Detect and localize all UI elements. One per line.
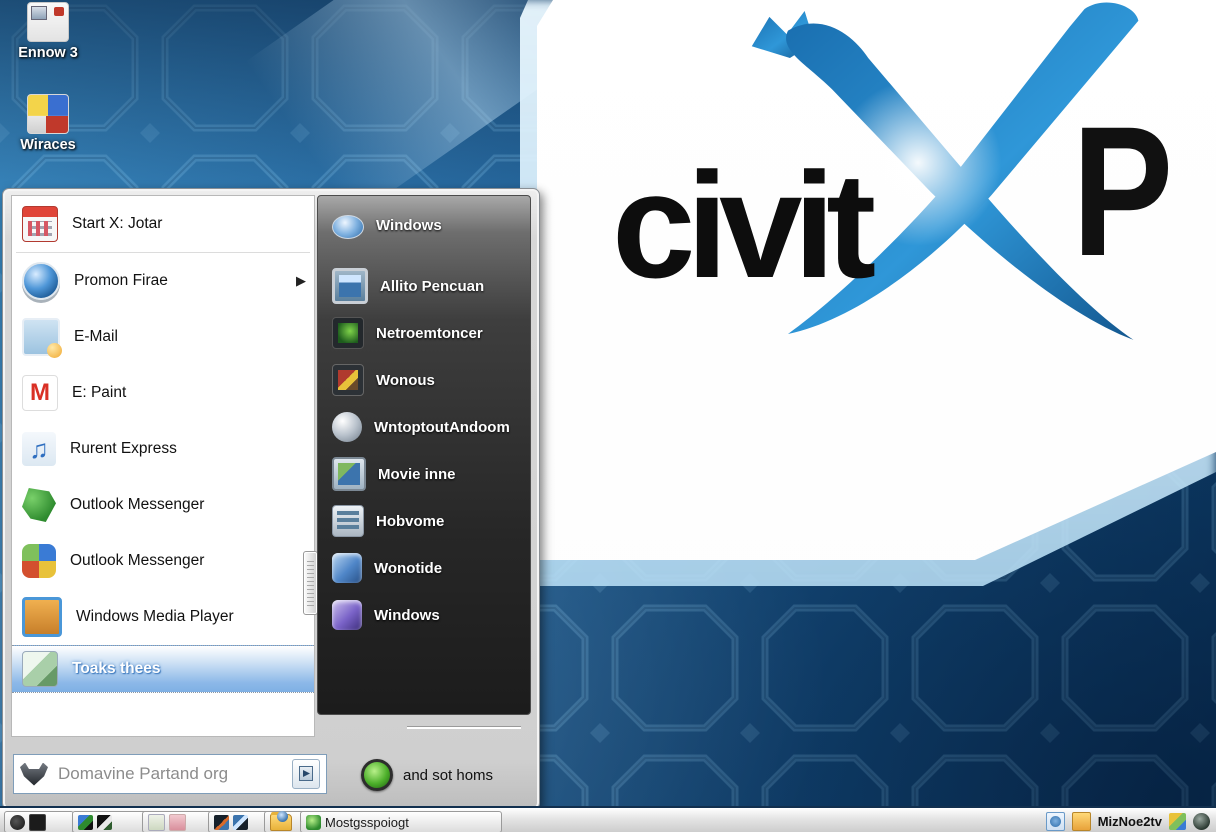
menu-item-email[interactable]: E-Mail [12, 309, 314, 365]
silver-helmet-icon [332, 412, 362, 442]
green-puzzle-icon [22, 488, 56, 522]
menu-item-label: WntoptoutAndoom [374, 418, 510, 436]
monitor-icon [332, 457, 366, 491]
menu-item-label: Rurent Express [70, 440, 177, 457]
taskbar: Mostgsspoiogt MizNoe2tv [0, 806, 1216, 832]
task-button-label: Mostgsspoiogt [325, 814, 409, 830]
menu-item-outlook-messenger-1[interactable]: Outlook Messenger [12, 477, 314, 533]
menu-item-label: Outlook Messenger [70, 496, 205, 513]
tray-status-text: MizNoe2tv [1097, 813, 1162, 829]
gmail-icon: M [22, 375, 58, 411]
blue-orb-icon [332, 214, 364, 239]
menu-item-label: Start X: Jotar [72, 215, 163, 232]
menu-item-wonous[interactable]: Wonous [318, 363, 530, 397]
task-app-icon [306, 814, 321, 830]
menu-item-hobvome[interactable]: Hobvome [318, 504, 530, 538]
framed-photo-icon [332, 364, 364, 396]
blue-window-icon [332, 268, 368, 304]
menu-item-netroemtoncer[interactable]: Netroemtoncer [318, 316, 530, 350]
submenu-arrow-icon: ▶ [296, 273, 306, 288]
task-button-mostgsspoiogt[interactable]: Mostgsspoiogt [300, 811, 502, 832]
ennow-app-icon [27, 2, 69, 42]
menu-item-windows-media-player[interactable]: Windows Media Player [12, 589, 314, 645]
menu-item-wonotide[interactable]: Wonotide [318, 551, 530, 585]
system-tray: MizNoe2tv [1045, 811, 1210, 831]
desktop-icon-label: Ennow 3 [18, 45, 78, 61]
menu-item-allito-pencuan[interactable]: Allito Pencuan [318, 268, 530, 304]
desktop-icon-ennow[interactable]: Ennow 3 [0, 2, 96, 61]
start-menu-left-column: Start X: Jotar Promon Firae ▶ E-Mail M E… [11, 195, 315, 737]
menu-item-label: Windows [376, 216, 442, 234]
menu-item-label: Windows [374, 606, 440, 624]
screen: civit P Ennow 3 Wiraces Start X: Jotar P… [0, 0, 1216, 832]
art-app-icon [78, 814, 93, 830]
wiraces-app-icon [27, 94, 69, 134]
menu-item-windows-top[interactable]: Windows [318, 208, 530, 242]
media-orb-icon [22, 262, 60, 300]
menu-footer-divider [407, 727, 521, 729]
menu-item-promon-firae[interactable]: Promon Firae ▶ [12, 253, 314, 309]
menu-scrollbar-thumb[interactable] [303, 551, 318, 615]
music-notes-icon: ♫ [22, 432, 56, 466]
menu-item-label: Windows Media Player [76, 608, 234, 625]
menu-item-rurent-express[interactable]: ♫ Rurent Express [12, 421, 314, 477]
menu-item-label: Wonous [376, 371, 435, 389]
document-app-icon [148, 813, 165, 831]
start-menu-right-column: Windows Allito Pencuan Netroemtoncer Won… [317, 195, 531, 715]
calendar-icon [22, 206, 58, 242]
menu-item-label: Wonotide [374, 559, 443, 577]
start-menu: Start X: Jotar Promon Firae ▶ E-Mail M E… [2, 188, 540, 810]
menu-item-label: Hobvome [376, 512, 445, 530]
photo-tile-icon [22, 651, 58, 687]
menu-item-label: Netroemtoncer [376, 324, 483, 342]
menu-item-start-x-jotar[interactable]: Start X: Jotar [12, 196, 314, 252]
server-icon [332, 505, 364, 537]
menu-item-movie-inne[interactable]: Movie inne [318, 457, 530, 491]
menu-item-windows-bottom[interactable]: Windows [318, 598, 530, 632]
picture-icon [22, 318, 62, 358]
media-app-icon [214, 814, 229, 830]
dark-app-icon [29, 813, 46, 831]
photo-app-icon [97, 814, 112, 830]
color-balls-icon [22, 544, 56, 578]
dark-green-icon [332, 317, 364, 349]
green-power-icon [361, 759, 393, 791]
menu-item-label: Outlook Messenger [70, 552, 205, 569]
logo-wordmark: civit [612, 141, 876, 309]
menu-item-outlook-messenger-2[interactable]: Outlook Messenger [12, 533, 314, 589]
menu-item-wntoptoutandoom[interactable]: WntoptoutAndoom [318, 410, 530, 444]
pink-app-icon [169, 813, 186, 831]
blue-cube-icon [332, 553, 362, 583]
media-player-tile-icon [22, 597, 62, 637]
logo-p-letter: P [1072, 89, 1174, 295]
desktop-icon-label: Wiraces [20, 137, 76, 153]
shutdown-label: and sot homs [403, 766, 494, 784]
tray-clipboard-icon[interactable] [1071, 811, 1091, 831]
globe-icon [277, 811, 288, 822]
menu-item-e-paint[interactable]: M E: Paint [12, 365, 314, 421]
menu-item-label: Movie inne [378, 465, 456, 483]
menu-item-label: Promon Firae [74, 272, 168, 289]
screen-app-icon [233, 814, 248, 830]
shutdown-item[interactable]: and sot homs [361, 759, 493, 791]
quicklaunch-button-1[interactable] [4, 811, 74, 832]
round-app-icon [10, 814, 25, 830]
quicklaunch-button-3[interactable] [142, 811, 212, 832]
menu-item-label: E: Paint [72, 384, 127, 401]
tray-round-icon[interactable] [1193, 812, 1210, 830]
desktop-icon-wiraces[interactable]: Wiraces [0, 94, 96, 153]
menu-item-label: E-Mail [74, 328, 118, 345]
search-input[interactable]: Domavine Partand org [58, 764, 282, 784]
tray-color-icon[interactable] [1169, 812, 1186, 830]
menu-item-label: Allito Pencuan [380, 277, 485, 295]
purple-cube-icon [332, 600, 362, 630]
menu-item-label: Toaks thees [72, 660, 161, 677]
quicklaunch-button-2[interactable] [72, 811, 148, 832]
menu-item-toaks-thees-highlighted[interactable]: Toaks thees [12, 645, 314, 693]
search-box[interactable]: Domavine Partand org [13, 754, 327, 794]
quicklaunch-button-4[interactable] [208, 811, 270, 832]
fox-icon [20, 762, 48, 786]
search-go-button[interactable] [292, 759, 320, 789]
tray-messenger-icon[interactable] [1045, 811, 1065, 831]
